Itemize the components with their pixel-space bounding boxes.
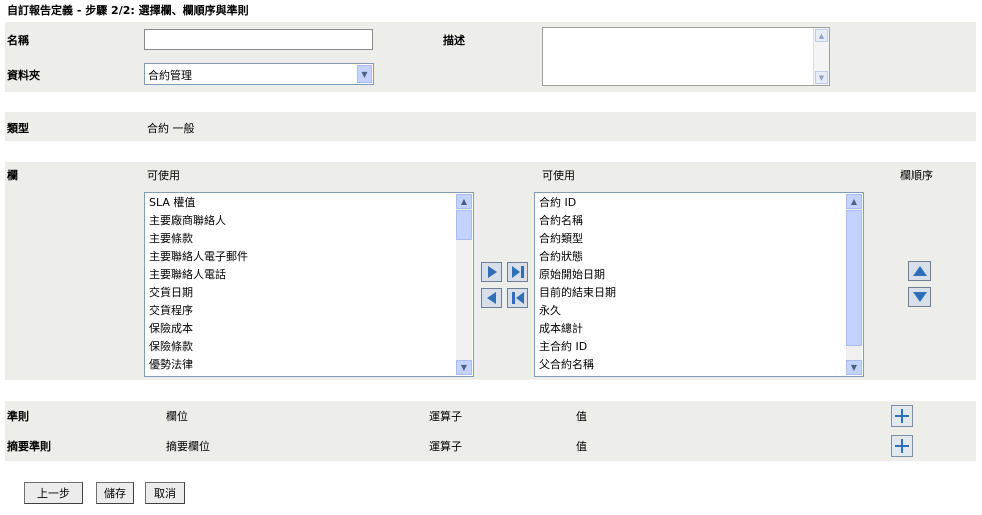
- cancel-button[interactable]: 取消: [145, 482, 185, 504]
- column-order-header: 欄順序: [900, 169, 933, 182]
- list-item[interactable]: 原始開始日期: [539, 266, 605, 284]
- list-item[interactable]: 優勢法律: [149, 356, 193, 374]
- name-label: 名稱: [7, 34, 29, 47]
- scroll-up-icon[interactable]: ▲: [846, 194, 862, 209]
- list-item[interactable]: 永久: [539, 302, 561, 320]
- type-value: 合約 一般: [147, 122, 195, 135]
- move-left-button[interactable]: [481, 288, 502, 308]
- selected-list-scrollbar[interactable]: ▲ ▼: [846, 194, 862, 375]
- list-item[interactable]: 合約名稱: [539, 212, 583, 230]
- summary-value-header: 值: [576, 440, 587, 453]
- description-textarea[interactable]: ▲ ▼: [542, 27, 830, 86]
- available-columns-list[interactable]: SLA 權值 主要廠商聯絡人 主要條款 主要聯絡人電子郵件 主要聯絡人電話 交貨日期 交貨程…: [144, 192, 474, 377]
- scroll-up-icon[interactable]: ▲: [815, 29, 828, 42]
- arrow-down-icon: [912, 292, 927, 302]
- columns-label: 欄: [7, 169, 18, 182]
- scroll-down-icon[interactable]: ▼: [846, 360, 862, 375]
- name-input[interactable]: [144, 29, 373, 50]
- scroll-down-icon[interactable]: ▼: [456, 360, 472, 375]
- move-right-button[interactable]: [481, 262, 502, 282]
- folder-label: 資料夾: [7, 69, 40, 82]
- plus-icon: [895, 409, 909, 423]
- criteria-label: 準則: [7, 410, 29, 423]
- move-all-left-button[interactable]: [507, 288, 528, 308]
- criteria-field-header: 欄位: [166, 410, 188, 423]
- page-title: 自訂報告定義 - 步驟 2/2: 選擇欄、欄順序與準則: [7, 4, 249, 17]
- add-summary-criteria-button[interactable]: [891, 435, 913, 457]
- scroll-thumb[interactable]: [456, 210, 472, 240]
- arrow-up-icon: [912, 266, 927, 276]
- list-item[interactable]: 保險條款: [149, 338, 193, 356]
- save-button[interactable]: 儲存: [96, 482, 134, 504]
- type-label: 類型: [7, 122, 29, 135]
- move-down-button[interactable]: [908, 287, 931, 307]
- list-item[interactable]: 父合約名稱: [539, 356, 594, 374]
- selected-columns-header: 可使用: [542, 169, 575, 182]
- description-scrollbar[interactable]: ▲ ▼: [813, 28, 829, 85]
- summary-criteria-label: 摘要準則: [7, 440, 51, 453]
- criteria-operator-header: 運算子: [429, 410, 462, 423]
- scroll-up-icon[interactable]: ▲: [456, 194, 472, 209]
- move-all-right-button[interactable]: [507, 262, 528, 282]
- list-item[interactable]: 交貨日期: [149, 284, 193, 302]
- list-item[interactable]: 主要條款: [149, 230, 193, 248]
- summary-field-header: 摘要欄位: [166, 440, 210, 453]
- list-item[interactable]: 合約狀態: [539, 248, 583, 266]
- list-item[interactable]: 成本總計: [539, 320, 583, 338]
- folder-selected-value: 合約管理: [148, 69, 192, 82]
- list-item[interactable]: 主合約 ID: [539, 338, 587, 356]
- selected-columns-list[interactable]: 合約 ID 合約名稱 合約類型 合約狀態 原始開始日期 目前的結束日期 永久 成本總計 主合約 …: [534, 192, 864, 377]
- add-criteria-button[interactable]: [891, 405, 913, 427]
- arrow-left-icon: [486, 292, 496, 304]
- list-item[interactable]: 合約類型: [539, 230, 583, 248]
- list-item[interactable]: 保險成本: [149, 320, 193, 338]
- list-item[interactable]: 主要聯絡人電子郵件: [149, 248, 248, 266]
- list-item[interactable]: 合約 ID: [539, 194, 576, 212]
- description-label: 描述: [443, 34, 465, 47]
- folder-select[interactable]: 合約管理 ▼: [144, 63, 374, 85]
- arrow-right-end-icon: [511, 266, 524, 278]
- arrow-left-end-icon: [511, 292, 524, 304]
- plus-icon: [895, 439, 909, 453]
- available-columns-header: 可使用: [147, 169, 180, 182]
- scroll-thumb[interactable]: [846, 210, 862, 346]
- back-button[interactable]: 上一步: [24, 482, 83, 504]
- criteria-value-header: 值: [576, 410, 587, 423]
- arrow-right-icon: [487, 266, 497, 278]
- scroll-down-icon[interactable]: ▼: [815, 71, 828, 84]
- summary-operator-header: 運算子: [429, 440, 462, 453]
- list-item[interactable]: SLA 權值: [149, 194, 195, 212]
- list-item[interactable]: 主要聯絡人電話: [149, 266, 226, 284]
- chevron-down-icon[interactable]: ▼: [357, 65, 372, 83]
- move-up-button[interactable]: [908, 261, 931, 281]
- criteria-section: [5, 401, 976, 461]
- available-list-scrollbar[interactable]: ▲ ▼: [456, 194, 472, 375]
- list-item[interactable]: 交貨程序: [149, 302, 193, 320]
- list-item[interactable]: 主要廠商聯絡人: [149, 212, 226, 230]
- list-item[interactable]: 目前的結束日期: [539, 284, 616, 302]
